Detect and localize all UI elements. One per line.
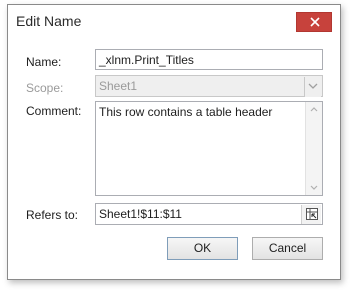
close-button[interactable] [296,12,332,32]
scope-select[interactable]: Sheet1 [95,75,323,97]
name-label: Name: [26,55,62,69]
comment-textarea[interactable]: This row contains a table header [95,101,323,196]
refers-to-value: Sheet1!$11:$11 [99,207,182,221]
title-bar: Edit Name [8,5,340,35]
scroll-up-icon[interactable] [310,107,318,112]
comment-scrollbar[interactable] [305,102,322,195]
edit-name-dialog: Edit Name Name: _xlnm.Print_Titles Scope… [7,4,341,280]
refers-to-label: Refers to: [26,208,79,222]
scope-value: Sheet1 [99,79,138,93]
close-icon [310,17,320,27]
range-select-icon [306,208,318,220]
name-value: _xlnm.Print_Titles [99,53,194,67]
scope-label: Scope: [26,81,64,95]
comment-label: Comment: [26,104,82,118]
cancel-button[interactable]: Cancel [252,237,323,260]
scope-dropdown-button[interactable] [304,77,321,97]
comment-value: This row contains a table header [99,105,273,119]
refers-to-input[interactable]: Sheet1!$11:$11 [95,203,323,225]
chevron-down-icon [308,83,318,89]
ok-button[interactable]: OK [167,237,238,260]
range-select-button[interactable] [301,205,321,224]
name-input[interactable]: _xlnm.Print_Titles [95,49,323,70]
dialog-title: Edit Name [16,13,82,29]
scroll-down-icon[interactable] [310,185,318,190]
